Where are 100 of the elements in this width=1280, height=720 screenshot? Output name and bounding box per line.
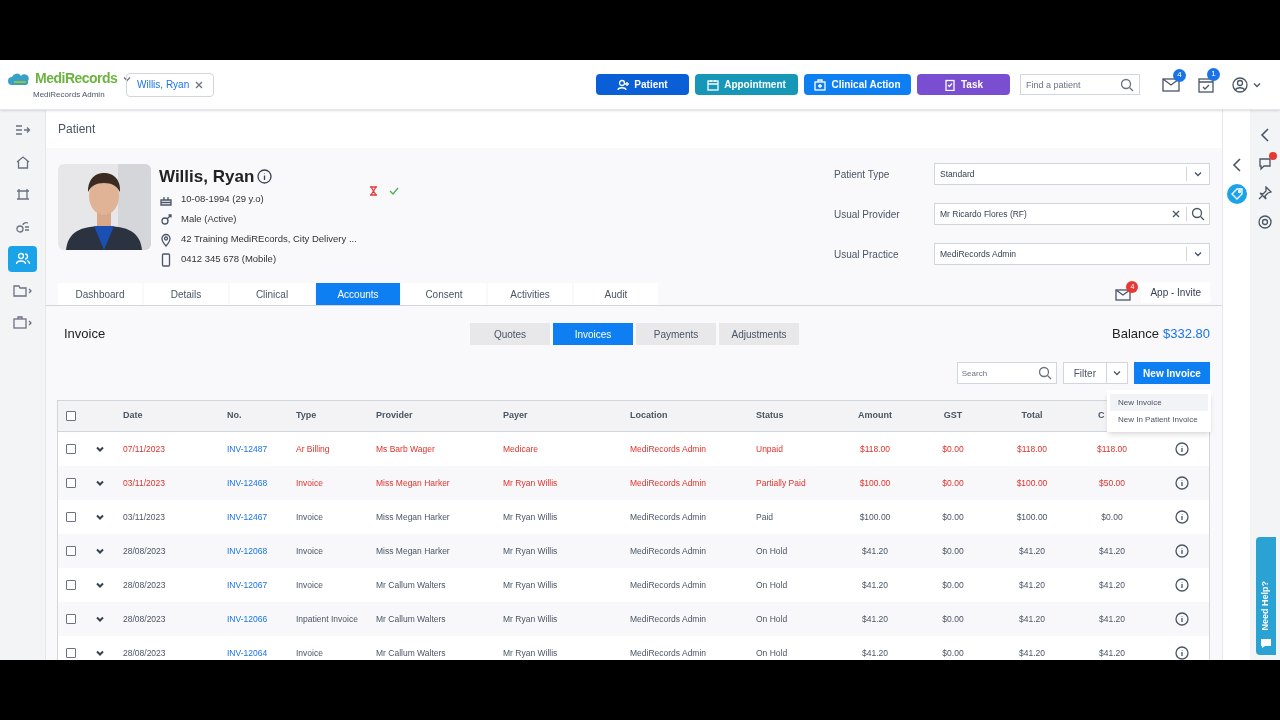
check-icon: [389, 186, 399, 196]
tab[interactable]: Details: [144, 283, 228, 305]
menu-item[interactable]: New Invoice: [1110, 394, 1208, 411]
expand-chevron-icon: [95, 512, 105, 522]
practice-name: MediRecords Admin: [33, 89, 105, 101]
patient-tab[interactable]: Willis, Ryan: [126, 72, 215, 97]
find-patient-field[interactable]: Find a patient: [1020, 74, 1140, 95]
select-field[interactable]: Standard: [934, 163, 1210, 185]
select-field[interactable]: MediRecords Admin: [934, 243, 1210, 265]
info-icon: [1174, 612, 1189, 626]
row-checkbox[interactable]: [66, 614, 76, 624]
tab[interactable]: Activities: [488, 283, 572, 305]
invoice-link[interactable]: INV-12064: [227, 646, 296, 660]
segment-tab[interactable]: Quotes: [470, 323, 550, 345]
lookup-field[interactable]: Mr Ricardo Flores (RF): [934, 203, 1210, 225]
table-cell-text: MediRecords Admin: [630, 578, 708, 592]
table-cell-text: Mr Callum Walters: [376, 612, 447, 626]
sidebar-item[interactable]: [8, 246, 37, 272]
table-cell-text: $41.20: [1098, 544, 1126, 558]
hourglass-icon: [369, 186, 378, 196]
column-header: Total: [1020, 409, 1044, 423]
table-cell-text: MediRecords Admin: [630, 476, 708, 490]
row-checkbox[interactable]: [66, 444, 76, 454]
table-cell-text: 28/08/2023: [123, 646, 167, 660]
tab[interactable]: Audit: [574, 283, 658, 305]
table-cell-text: MediRecords Admin: [630, 544, 708, 558]
expand-chevron-icon: [95, 614, 105, 624]
table-cell-text: $41.20: [1098, 578, 1126, 592]
search-input[interactable]: Search: [961, 363, 1038, 383]
tag-icon[interactable]: [1226, 184, 1247, 204]
table-cell-text: $100.00: [1015, 476, 1049, 490]
patient-name: Willis, Ryan: [159, 166, 255, 188]
table-cell-text: $118.00: [1015, 442, 1049, 456]
field-label: Patient Type: [834, 167, 891, 182]
clinical-button[interactable]: Clinical Action: [804, 74, 911, 95]
tab[interactable]: Consent: [402, 283, 486, 305]
segment-tab[interactable]: Payments: [636, 323, 716, 345]
invoice-link[interactable]: INV-12487: [227, 442, 296, 456]
field-label: Usual Practice: [834, 247, 900, 262]
menu-item[interactable]: New In Patient Invoice: [1110, 411, 1208, 428]
info-icon: [1174, 476, 1189, 490]
find-patient-input[interactable]: Find a patient: [1026, 75, 1120, 94]
table-cell-text: $0.00: [941, 510, 965, 524]
table-cell-text: $41.20: [1098, 646, 1126, 660]
new-invoice-button[interactable]: New Invoice: [1134, 362, 1210, 384]
row-checkbox[interactable]: [66, 546, 76, 556]
table-cell-text: Partially Paid: [756, 476, 807, 490]
table-cell-text: $100.00: [858, 510, 892, 524]
row-checkbox[interactable]: [66, 580, 76, 590]
tab[interactable]: Clinical: [230, 283, 314, 305]
phone-icon: [159, 252, 173, 267]
tag-shape-icon: [1230, 188, 1243, 200]
table-cell-text: Mr Ryan Willis: [503, 646, 559, 660]
invoice-link[interactable]: INV-12468: [227, 476, 296, 490]
tab[interactable]: Accounts: [316, 283, 400, 305]
mail-icon: [1115, 289, 1132, 301]
table-cell-text: On Hold: [756, 646, 789, 660]
table-cell-text: $41.20: [1098, 612, 1126, 626]
tab[interactable]: Dashboard: [58, 283, 142, 305]
app-invite-button[interactable]: App - Invite: [1141, 282, 1210, 303]
segment-tab[interactable]: Adjustments: [719, 323, 799, 345]
invoice-link[interactable]: INV-12067: [227, 578, 296, 592]
table-cell-text: $118.00: [1095, 442, 1129, 456]
table-cell-text: $50.00: [1098, 476, 1126, 490]
row-checkbox[interactable]: [66, 512, 76, 522]
table-cell-text: $41.20: [861, 544, 889, 558]
table-cell-text: Invoice: [296, 578, 324, 592]
row-checkbox[interactable]: [66, 648, 76, 658]
invoice-link[interactable]: INV-12068: [227, 544, 296, 558]
column-header: No.: [227, 409, 243, 423]
table-cell-text: Unpaid: [756, 442, 784, 456]
table-cell-text: Mr Ryan Willis: [503, 476, 559, 490]
user-avatar-icon: [1232, 76, 1248, 93]
segment-tab[interactable]: Invoices: [553, 323, 633, 345]
patient-button[interactable]: Patient: [596, 74, 689, 95]
table-cell-text: $100.00: [858, 476, 892, 490]
search-field[interactable]: Search: [956, 362, 1057, 384]
table-cell-text: Miss Megan Harker: [376, 476, 451, 490]
field-label: Usual Provider: [834, 207, 901, 222]
table-cell-text: Miss Megan Harker: [376, 544, 451, 558]
mail-icon: [1162, 77, 1180, 92]
person-add-icon: [617, 78, 630, 91]
table-cell-text: Medicare: [503, 442, 539, 456]
invoice-link[interactable]: INV-12066: [227, 612, 296, 626]
patient-detail: 42 Training MediREcords, City Delivery ...: [181, 232, 357, 247]
page-title: Patient: [58, 121, 96, 138]
info-icon: [1174, 442, 1189, 456]
appointment-button[interactable]: Appointment: [695, 74, 798, 95]
table-cell-text: Mr Callum Walters: [376, 646, 447, 660]
select-all-checkbox[interactable]: [66, 411, 76, 421]
table-cell-text: Inpatient Invoice: [296, 612, 359, 626]
table-cell-text: Miss Megan Harker: [376, 510, 451, 524]
task-button[interactable]: Task: [917, 74, 1010, 95]
table-cell-text: On Hold: [756, 544, 789, 558]
row-checkbox[interactable]: [66, 478, 76, 488]
balance-amount: $332.80: [1163, 325, 1210, 344]
invoice-link[interactable]: INV-12467: [227, 510, 296, 524]
medical-bag-icon: [814, 78, 827, 91]
info-icon: [1174, 510, 1189, 524]
expand-chevron-icon: [95, 648, 105, 658]
